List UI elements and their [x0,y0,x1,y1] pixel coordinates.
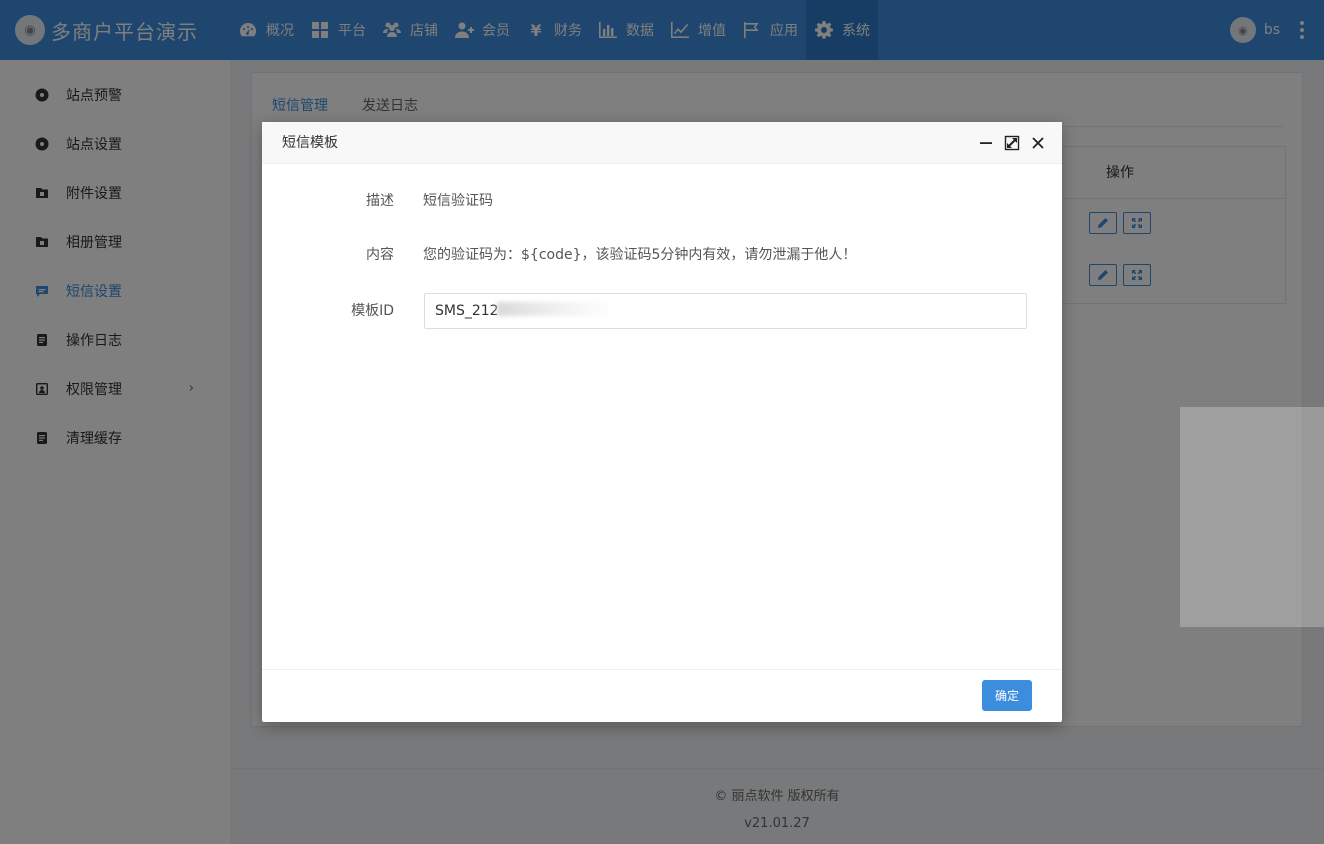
form-row-template-id: 模板ID [262,293,1062,329]
content-value: 您的验证码为：${code}，该验证码5分钟内有效，请勿泄漏于他人！ [423,247,857,263]
minimize-button[interactable] [978,135,994,151]
content-label: 内容 [366,247,394,263]
close-icon [1032,137,1044,149]
dialog-title: 短信模板 [282,135,338,151]
maximize-button[interactable] [1004,135,1020,151]
close-button[interactable] [1030,135,1046,151]
sms-template-dialog: 短信模板 描述 短信验证码 内容 您的验证码为：${code}，该验证码5分钟内… [262,122,1062,722]
confirm-button[interactable]: 确定 [982,680,1032,711]
minimize-icon [980,142,992,144]
form-row-content: 内容 您的验证码为：${code}，该验证码5分钟内有效，请勿泄漏于他人！ [262,237,1062,273]
background-panel [1180,407,1324,627]
redaction-blur [497,302,617,316]
dialog-header: 短信模板 [262,122,1062,164]
template-id-label: 模板ID [351,303,394,319]
description-label: 描述 [366,193,394,209]
description-value: 短信验证码 [423,193,493,209]
maximize-icon [1004,135,1020,151]
dialog-footer: 确定 [262,669,1062,722]
dialog-controls [978,135,1046,151]
form-row-description: 描述 短信验证码 [262,183,1062,219]
